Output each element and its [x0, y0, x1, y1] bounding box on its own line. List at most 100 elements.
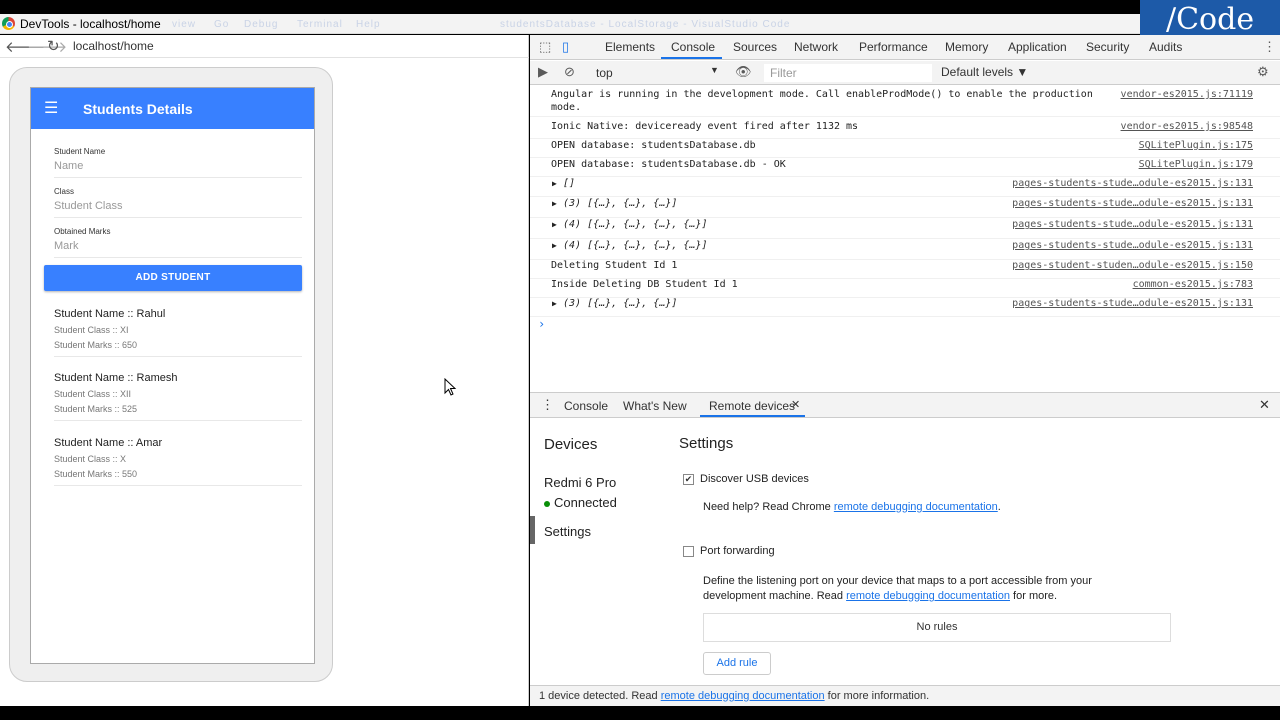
student-name-input[interactable]: Name — [54, 160, 302, 177]
console-prompt[interactable]: › — [538, 317, 545, 331]
inspect-element-icon[interactable]: ⬚ — [539, 39, 551, 55]
port-forwarding-checkbox[interactable] — [683, 546, 694, 557]
gear-icon[interactable]: ⚙ — [1257, 64, 1269, 80]
drawer-menu-icon[interactable]: ⋮ — [541, 397, 554, 413]
student-item[interactable]: Student Name :: Ramesh Student Class :: … — [54, 372, 302, 421]
tab-security[interactable]: Security — [1086, 40, 1129, 54]
pf-desc-suffix: for more. — [1010, 590, 1058, 602]
app-toolbar: ☰ Students Details — [31, 88, 314, 129]
window-title: DevTools - localhost/home — [20, 17, 161, 31]
log-object[interactable]: (4) [{…}, {…}, {…}, {…}] — [563, 240, 708, 251]
help-link[interactable]: remote debugging documentation — [834, 501, 998, 513]
class-field[interactable]: Class Student Class — [54, 187, 302, 218]
sidebar-toggle-icon[interactable]: ▶ — [538, 64, 548, 80]
log-row[interactable]: ▶ (4) [{…}, {…}, {…}, {…}] pages-student… — [530, 219, 1280, 239]
drawer-tab-remote-devices[interactable]: Remote devices — [709, 399, 795, 413]
marks-field[interactable]: Obtained Marks Mark — [54, 227, 302, 258]
help-text: Need help? Read Chrome remote debugging … — [703, 501, 1001, 513]
student-marks: Student Marks :: 650 — [54, 340, 138, 350]
log-row[interactable]: ▶ (3) [{…}, {…}, {…}] pages-students-stu… — [530, 298, 1280, 317]
log-source-link[interactable]: pages-students-stude…odule-es2015.js:131 — [1012, 298, 1253, 309]
expand-triangle-icon[interactable]: ▶ — [552, 179, 557, 188]
log-source-link[interactable]: SQLitePlugin.js:179 — [1139, 159, 1253, 170]
clear-console-icon[interactable]: ⊘ — [564, 64, 575, 80]
log-object[interactable]: [] — [563, 178, 575, 189]
context-selector[interactable]: top — [596, 66, 613, 80]
log-source-link[interactable]: common-es2015.js:783 — [1133, 279, 1253, 290]
log-message: Ionic Native: deviceready event fired af… — [551, 121, 859, 132]
student-item[interactable]: Student Name :: Amar Student Class :: X … — [54, 437, 302, 486]
more-options-icon[interactable]: ⋮ — [1263, 39, 1276, 55]
status-bar: 1 device detected. Read remote debugging… — [530, 685, 1280, 706]
tab-memory[interactable]: Memory — [945, 40, 988, 54]
sidebar-item-settings[interactable]: Settings — [544, 524, 591, 539]
log-source-link[interactable]: pages-students-stude…odule-es2015.js:131 — [1012, 219, 1253, 230]
url-text[interactable]: localhost/home — [73, 39, 154, 53]
close-tab-icon[interactable]: ✕ — [791, 398, 800, 411]
levels-dropdown[interactable]: Default levels ▼ — [941, 65, 1028, 79]
log-object[interactable]: (4) [{…}, {…}, {…}, {…}] — [563, 219, 708, 230]
pf-doc-link[interactable]: remote debugging documentation — [846, 590, 1010, 602]
expand-triangle-icon[interactable]: ▶ — [552, 241, 557, 250]
expand-triangle-icon[interactable]: ▶ — [552, 199, 557, 208]
add-rule-button[interactable]: Add rule — [703, 652, 771, 675]
tab-console[interactable]: Console — [671, 40, 715, 54]
log-row[interactable]: ▶ (3) [{…}, {…}, {…}] pages-students-stu… — [530, 198, 1280, 218]
device-toolbar-icon[interactable]: ▯ — [562, 39, 569, 55]
student-item[interactable]: Student Name :: Rahul Student Class :: X… — [54, 308, 302, 357]
tab-network[interactable]: Network — [794, 40, 838, 54]
drawer-tab-whats-new[interactable]: What's New — [623, 399, 687, 413]
discover-usb-checkbox[interactable]: ✔ — [683, 474, 694, 485]
log-source-link[interactable]: vendor-es2015.js:98548 — [1121, 121, 1253, 132]
menu-icon[interactable]: ☰ — [44, 98, 58, 118]
device-name[interactable]: Redmi 6 Pro — [544, 475, 616, 490]
close-drawer-icon[interactable]: ✕ — [1259, 397, 1270, 413]
log-object[interactable]: (3) [{…}, {…}, {…}] — [563, 198, 677, 209]
add-student-button[interactable]: ADD STUDENT — [44, 265, 302, 291]
student-name-field[interactable]: Student Name Name — [54, 147, 302, 178]
tab-audits[interactable]: Audits — [1149, 40, 1182, 54]
toolbar-title: Students Details — [83, 101, 193, 117]
log-row: OPEN database: studentsDatabase.db - OK … — [530, 159, 1280, 177]
expand-triangle-icon[interactable]: ▶ — [552, 299, 557, 308]
marks-input[interactable]: Mark — [54, 240, 302, 257]
tab-sources[interactable]: Sources — [733, 40, 777, 54]
log-object[interactable]: (3) [{…}, {…}, {…}] — [563, 298, 677, 309]
eye-icon[interactable]: 👁 — [735, 64, 752, 80]
console-toolbar: ▶ ⊘ top ▼ 👁 Filter Default levels ▼ ⚙ — [530, 61, 1280, 85]
status-suffix: for more information. — [824, 690, 930, 702]
log-source-link[interactable]: SQLitePlugin.js:175 — [1139, 140, 1253, 151]
log-row[interactable]: ▶ [] pages-students-stude…odule-es2015.j… — [530, 178, 1280, 197]
rules-table: No rules — [703, 613, 1171, 642]
log-message-cont: mode. — [551, 102, 582, 113]
log-source-link[interactable]: vendor-es2015.js:71119 — [1121, 89, 1253, 100]
expand-triangle-icon[interactable]: ▶ — [552, 220, 557, 229]
pf-description-line2: development machine. Read remote debuggi… — [703, 590, 1057, 602]
log-message: Inside Deleting DB Student Id 1 — [551, 279, 738, 290]
status-link[interactable]: remote debugging documentation — [661, 690, 825, 702]
tab-performance[interactable]: Performance — [859, 40, 928, 54]
class-label: Class — [54, 187, 75, 196]
chevron-down-icon[interactable]: ▼ — [710, 65, 719, 75]
log-message: OPEN database: studentsDatabase.db - OK — [551, 159, 786, 170]
pf-desc-prefix: development machine. Read — [703, 590, 847, 602]
log-row: OPEN database: studentsDatabase.db SQLit… — [530, 140, 1280, 158]
log-row: Deleting Student Id 1 pages-student-stud… — [530, 260, 1280, 279]
status-prefix: 1 device detected. Read — [539, 690, 661, 702]
log-source-link[interactable]: pages-student-studen…odule-es2015.js:150 — [1012, 260, 1253, 271]
log-source-link[interactable]: pages-students-stude…odule-es2015.js:131 — [1012, 198, 1253, 209]
class-input[interactable]: Student Class — [54, 200, 302, 217]
reload-icon[interactable]: ↻ — [47, 37, 60, 55]
tab-application[interactable]: Application — [1008, 40, 1067, 54]
log-source-link[interactable]: pages-students-stude…odule-es2015.js:131 — [1012, 178, 1253, 189]
phone-screen: ☰ Students Details Student Name Name Cla… — [30, 87, 315, 664]
log-row[interactable]: ▶ (4) [{…}, {…}, {…}, {…}] pages-student… — [530, 240, 1280, 260]
drawer-tab-console[interactable]: Console — [564, 399, 608, 413]
mouse-cursor-icon — [444, 378, 457, 396]
devices-heading: Devices — [544, 436, 598, 453]
log-source-link[interactable]: pages-students-stude…odule-es2015.js:131 — [1012, 240, 1253, 251]
tab-elements[interactable]: Elements — [605, 40, 655, 54]
log-row: Ionic Native: deviceready event fired af… — [530, 121, 1280, 139]
drawer-active-indicator — [700, 415, 805, 417]
filter-input[interactable]: Filter — [764, 64, 932, 82]
